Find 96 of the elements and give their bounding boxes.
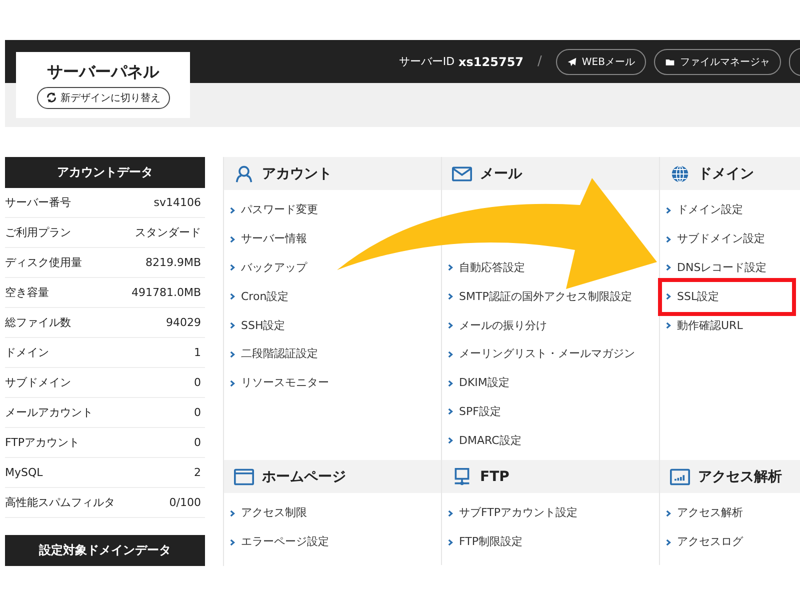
folder-icon [665,56,675,66]
menu-link[interactable]: サーバー情報 [228,232,309,246]
data-value: 0 [194,376,201,389]
chevron-icon [448,380,453,387]
domain-data-header: 設定対象ドメインデータ [5,535,205,566]
browser-window-icon [234,468,254,486]
chevron-icon [448,293,453,300]
chevron-icon [666,264,671,272]
chevron-icon [666,322,671,330]
chevron-icon [666,206,671,214]
envelope-icon [452,164,472,182]
chevron-icon [666,538,671,546]
chevron-icon [666,510,671,517]
chevron-icon [666,236,671,243]
menu-link[interactable]: 自動応答設定 [446,260,527,275]
section-title: ホームページ [262,468,346,486]
chevron-icon [230,322,235,330]
data-value: sv14106 [154,196,201,209]
chevron-icon [230,350,235,358]
menu-link[interactable]: アクセスログ [664,535,745,550]
section-title: FTP [480,468,510,484]
chevron-icon [230,510,235,517]
data-label: ご利用プラン [5,225,71,240]
chevron-icon [230,538,235,546]
menu-link[interactable]: DKIM設定 [446,376,512,390]
data-label: 空き容量 [5,285,49,300]
data-value: 0/100 [169,496,201,509]
data-value: 1 [194,346,201,359]
data-value: 0 [194,436,201,449]
data-label: FTPアカウント [5,435,80,450]
menu-link[interactable]: エラーページ設定 [228,535,331,550]
monitor-icon [452,468,472,486]
panel-title: サーバーパネル [47,62,159,82]
refresh-icon [46,92,56,103]
chevron-icon [230,264,235,272]
chevron-icon [448,322,453,330]
header-button[interactable]: WEBメール [556,48,646,74]
chevron-icon [230,380,235,387]
menu-link[interactable]: SPF設定 [446,404,503,419]
data-value: 94029 [166,316,201,329]
menu-link[interactable]: FTP制限設定 [446,535,524,550]
menu-link[interactable]: SMTP認証の国外アクセス制限設定 [446,290,634,304]
menu-link[interactable]: メールの振り分け [446,318,549,333]
section-title: メール [480,164,522,182]
paper-plane-icon [566,56,577,66]
section-title: アクセス解析 [698,468,782,486]
data-label: サブドメイン [5,375,71,390]
menu-link[interactable]: 動作確認URL [664,318,745,333]
menu-link[interactable]: ドメイン設定 [664,203,745,218]
menu-link[interactable]: パスワード変更 [228,203,320,218]
data-value: 8219.9MB [145,256,201,269]
chevron-icon [230,293,235,300]
account-data-header: アカウントデータ [5,157,205,188]
server-id-label: サーバーID [398,54,455,69]
globe-icon [670,164,690,182]
chevron-icon [448,437,453,444]
data-label: 高性能スパムフィルタ [5,495,115,510]
section-title: アカウント [262,164,332,182]
data-value: スタンダード [135,225,201,240]
menu-link[interactable]: 二段階認証設定 [228,347,320,362]
data-label: ディスク使用量 [5,255,82,270]
menu-link[interactable]: SSL設定 [658,278,796,316]
chevron-icon [448,350,453,358]
menu-link[interactable]: DNSレコード設定 [664,260,769,275]
person-icon [234,164,254,182]
bar-chart-icon [670,468,690,486]
chevron-icon [666,293,671,300]
menu-link[interactable]: リソースモニター [228,376,331,390]
chevron-icon [448,408,453,416]
separator: / [538,54,542,69]
menu-link[interactable]: アクセス解析 [664,506,745,520]
data-label: ドメイン [5,345,49,360]
menu-link[interactable]: DMARC設定 [446,434,524,448]
data-label: 総ファイル数 [5,315,71,330]
data-value: 2 [194,466,201,479]
data-label: メールアカウント [5,405,93,420]
chevron-icon [448,264,453,272]
menu-link[interactable]: サブFTPアカウント設定 [446,506,580,520]
data-value: 0 [194,406,201,419]
menu-link[interactable]: Cron設定 [228,290,291,304]
data-value: 491781.0MB [131,286,201,299]
menu-link[interactable]: アクセス制限 [228,506,309,520]
chevron-icon [230,236,235,243]
menu-link[interactable]: サブドメイン設定 [664,232,767,246]
menu-link[interactable]: SSH設定 [228,318,288,333]
section-title: ドメイン [698,164,754,182]
data-label: サーバー番号 [5,195,71,210]
server-id: xs125757 [458,54,524,68]
chevron-icon [448,510,453,517]
chevron-icon [448,538,453,546]
chevron-icon [230,206,235,214]
menu-link[interactable]: メーリングリスト・メールマガジン [446,347,637,362]
design-switch-button[interactable]: 新デザインに切り替え [36,86,170,108]
menu-link[interactable]: バックアップ [228,260,309,275]
data-label: MySQL [5,466,43,479]
header-button[interactable]: ファイルマネージャ [654,48,781,74]
